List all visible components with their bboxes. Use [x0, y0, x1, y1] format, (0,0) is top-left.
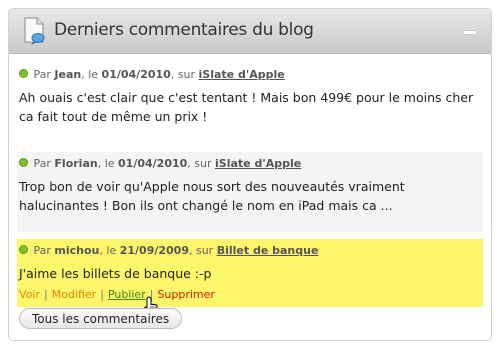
status-dot-icon	[19, 245, 28, 254]
comment-item-highlighted: Par michou, le 21/09/2009, sur Billet de…	[17, 239, 483, 317]
comment-author: Jean	[54, 68, 82, 81]
all-comments-button[interactable]: Tous les commentaires	[19, 308, 183, 329]
minimize-icon[interactable]	[463, 23, 477, 37]
comment-date: 01/04/2010	[101, 68, 171, 81]
comment-text: Trop bon de voir qu'Apple nous sort des …	[19, 179, 405, 213]
recent-comments-widget: Derniers commentaires du blog Par Jean, …	[8, 8, 492, 341]
author-prefix: Par	[33, 68, 51, 81]
comment-meta: Par Jean, le 01/04/2010, sur iSlate d'Ap…	[19, 68, 285, 81]
comment-meta: Par Florian, le 01/04/2010, sur iSlate d…	[19, 157, 301, 170]
date-prefix: , le	[97, 157, 115, 170]
post-link[interactable]: iSlate d'Apple	[215, 157, 301, 170]
post-link[interactable]: Billet de banque	[217, 244, 319, 257]
post-prefix: , sur	[187, 157, 212, 170]
action-separator: |	[43, 288, 48, 301]
comment-author: michou	[54, 244, 100, 257]
document-comment-icon	[24, 17, 45, 45]
comment-actions: Voir | Modifier | Publier | Supprimer	[19, 288, 215, 301]
action-separator: |	[100, 288, 104, 301]
comment-item: Par Florian, le 01/04/2010, sur iSlate d…	[17, 152, 483, 232]
delete-link[interactable]: Supprimer	[157, 288, 215, 301]
comment-date: 01/04/2010	[118, 157, 188, 170]
widget-title: Derniers commentaires du blog	[54, 20, 314, 40]
author-prefix: Par	[33, 157, 51, 170]
edit-link[interactable]: Modifier	[52, 288, 96, 301]
post-prefix: , sur	[170, 68, 196, 81]
comment-date: 21/09/2009	[119, 244, 189, 257]
status-dot-icon	[19, 69, 28, 78]
comment-item: Par Jean, le 01/04/2010, sur iSlate d'Ap…	[17, 63, 483, 143]
comment-author: Florian	[54, 157, 98, 170]
status-dot-icon	[19, 158, 28, 167]
comment-text: Ah ouais c'est clair que c'est tentant !…	[19, 90, 474, 124]
author-prefix: Par	[33, 244, 51, 257]
post-link[interactable]: iSlate d'Apple	[199, 68, 285, 81]
widget-header: Derniers commentaires du blog	[9, 9, 491, 54]
date-prefix: , le	[81, 68, 99, 81]
date-prefix: , le	[99, 244, 117, 257]
view-link[interactable]: Voir	[19, 288, 40, 301]
comment-meta: Par michou, le 21/09/2009, sur Billet de…	[19, 244, 318, 257]
comment-text: J'aime les billets de banque :-p	[19, 266, 212, 281]
publish-link[interactable]: Publier	[108, 288, 146, 301]
post-prefix: , sur	[188, 244, 214, 257]
